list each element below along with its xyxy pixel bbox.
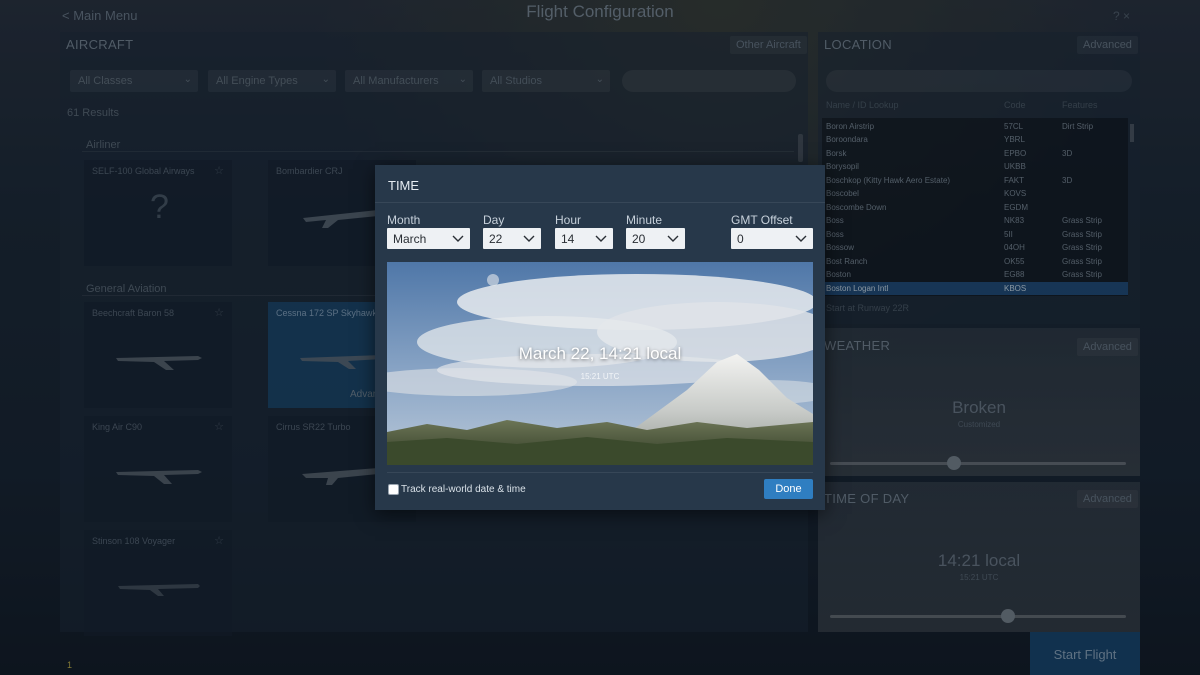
preview-utc-time: 15:21 UTC: [580, 372, 620, 381]
chevron-down-icon: [667, 235, 679, 242]
minute-label: Minute: [626, 213, 663, 227]
chevron-down-icon: [523, 235, 535, 242]
chevron-down-icon: [452, 235, 464, 242]
dialog-title: TIME: [388, 178, 420, 193]
track-realworld-label[interactable]: Track real-world date & time: [401, 484, 526, 495]
dialog-divider: [375, 202, 825, 203]
month-value: March: [393, 232, 427, 246]
gmt-offset-label: GMT Offset: [731, 213, 793, 227]
preview-local-time: March 22, 14:21 local: [518, 344, 682, 363]
day-select[interactable]: 22: [483, 228, 541, 249]
time-dialog: TIME Month March Day 22 Hour 14 Minute 2…: [375, 165, 825, 510]
chevron-down-icon: [595, 235, 607, 242]
time-preview: March 22, 14:21 local 15:21 UTC: [387, 262, 813, 465]
done-button[interactable]: Done: [764, 479, 813, 499]
day-value: 22: [489, 232, 503, 246]
gmt-offset-select[interactable]: 0: [731, 228, 813, 249]
hour-select[interactable]: 14: [555, 228, 613, 249]
month-select[interactable]: March: [387, 228, 470, 249]
track-realworld-checkbox[interactable]: [388, 484, 399, 495]
hour-label: Hour: [555, 213, 582, 227]
minute-select[interactable]: 20: [626, 228, 685, 249]
hour-value: 14: [561, 232, 575, 246]
month-label: Month: [387, 213, 421, 227]
chevron-down-icon: [795, 235, 807, 242]
gmt-offset-value: 0: [737, 232, 744, 246]
day-label: Day: [483, 213, 505, 227]
dialog-divider: [387, 472, 813, 473]
minute-value: 20: [632, 232, 646, 246]
